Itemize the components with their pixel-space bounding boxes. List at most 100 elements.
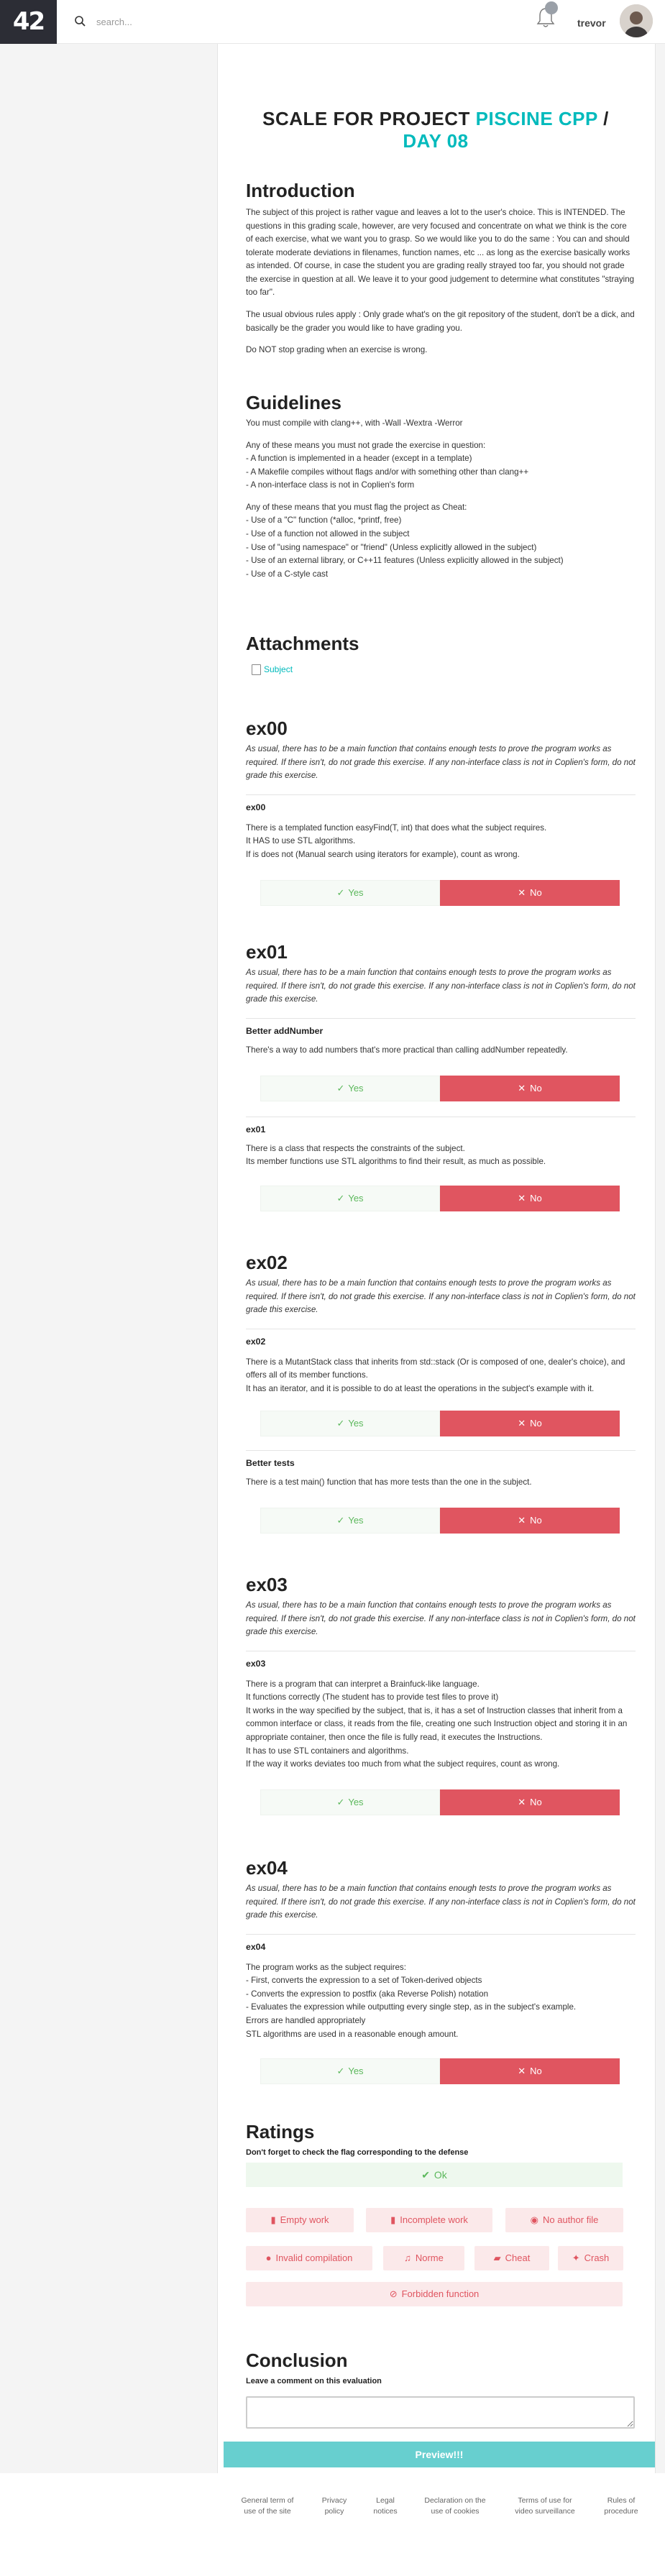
no-label: No [530, 1192, 542, 1204]
title-project-link[interactable]: PISCINE CPP [476, 108, 598, 129]
footer-link[interactable]: Terms of use for video surveillance [509, 2495, 581, 2517]
question-line: There is a templated function easyFind(T… [246, 822, 547, 833]
yes-button[interactable]: ✓ Yes [260, 880, 440, 906]
footer-link[interactable]: Privacy policy [316, 2495, 352, 2517]
no-label: No [530, 2065, 542, 2076]
question-block: ex00 There is a templated function easyF… [246, 802, 636, 861]
ratings-section: Ratings Don't forget to check the flag c… [246, 2121, 636, 2159]
intro-paragraph: The usual obvious rules apply : Only gra… [246, 310, 635, 333]
flag-forbidden-function[interactable]: ⊘ Forbidden function [246, 2282, 623, 2306]
question-title: Better tests [246, 1458, 295, 1468]
yes-button[interactable]: ✓ Yes [260, 1076, 440, 1101]
yes-no-buttons: ✓ Yes ✕ No [260, 1789, 620, 1815]
flag-label: Norme [415, 2252, 444, 2263]
question-line: It works in the way specified by the sub… [246, 1705, 628, 1743]
yes-label: Yes [348, 1192, 364, 1204]
exercise-ex03-section: ex03 As usual, there has to be a main fu… [246, 1574, 636, 1639]
question-block: ex03 There is a program that can interpr… [246, 1658, 636, 1771]
flag-label: Crash [584, 2252, 610, 2263]
flag-empty-work[interactable]: ▮ Empty work [246, 2208, 354, 2232]
flag-no-author-file[interactable]: ◉ No author file [505, 2208, 623, 2232]
guideline-line: - A non-interface class is not in Coplie… [246, 480, 415, 490]
guideline-line: - A Makefile compiles without flags and/… [246, 467, 529, 477]
bomb-icon: ● [265, 2252, 272, 2263]
question-block: ex01 There is a class that respects the … [246, 1124, 636, 1169]
search-input[interactable] [96, 14, 312, 29]
check-icon: ✔ [421, 2168, 430, 2181]
question-line: There is a MutantStack class that inheri… [246, 1357, 625, 1380]
avatar-image [620, 4, 653, 37]
no-button[interactable]: ✕ No [440, 1508, 620, 1534]
question-line: If is does not (Manual search using iter… [246, 849, 520, 859]
question-line: Its member functions use STL algorithms … [246, 1157, 546, 1167]
flag-incomplete-work[interactable]: ▮ Incomplete work [366, 2208, 492, 2232]
exercise-ex01-section: ex01 As usual, there has to be a main fu… [246, 941, 636, 1007]
guidelines-section: Guidelines You must compile with clang++… [246, 392, 636, 581]
question-title: Better addNumber [246, 1026, 324, 1036]
flag-cheat[interactable]: ▰ Cheat [474, 2246, 549, 2270]
title-day-link[interactable]: DAY 08 [403, 130, 468, 152]
footer-link[interactable]: Declaration on the use of cookies [420, 2495, 490, 2517]
question-line: There is a program that can interpret a … [246, 1679, 480, 1689]
guideline-line: - Use of a function not allowed in the s… [246, 529, 410, 539]
search-icon[interactable] [73, 14, 88, 29]
check-icon: ✓ [336, 1417, 345, 1429]
check-icon: ✓ [336, 1192, 345, 1204]
attachments-heading: Attachments [246, 633, 359, 654]
ok-label: Ok [434, 2168, 447, 2181]
exercise-ex00-section: ex00 As usual, there has to be a main fu… [246, 718, 636, 783]
title-separator: / [597, 108, 609, 129]
file-icon: ▮ [390, 2214, 396, 2225]
avatar[interactable] [620, 4, 653, 37]
check-icon: ✓ [336, 1514, 345, 1526]
guideline-line: Any of these means you must not grade th… [246, 440, 486, 450]
subject-attachment-link[interactable]: Subject [252, 664, 636, 676]
no-button[interactable]: ✕ No [440, 880, 620, 906]
flag-label: Cheat [505, 2252, 531, 2263]
yes-label: Yes [348, 2065, 364, 2076]
yes-button[interactable]: ✓ Yes [260, 1789, 440, 1815]
ratings-note: Don't forget to check the flag correspon… [246, 2148, 469, 2158]
yes-button[interactable]: ✓ Yes [260, 1186, 440, 1211]
guideline-line: - Use of "using namespace" or "friend" (… [246, 542, 537, 552]
question-line: It HAS to use STL algorithms. [246, 836, 356, 846]
yes-button[interactable]: ✓ Yes [260, 2058, 440, 2084]
exercise-note: As usual, there has to be a main functio… [246, 1278, 636, 1315]
footer-link[interactable]: Legal notices [369, 2495, 402, 2517]
footer-link[interactable]: General term of use of the site [237, 2495, 298, 2517]
yes-button[interactable]: ✓ Yes [260, 1508, 440, 1534]
no-button[interactable]: ✕ No [440, 2058, 620, 2084]
yes-no-buttons: ✓ Yes ✕ No [260, 1411, 620, 1436]
logo-42[interactable]: 42 [0, 0, 57, 44]
footer-link[interactable]: Rules of procedure [598, 2495, 644, 2517]
exercise-ex02-section: ex02 As usual, there has to be a main fu… [246, 1252, 636, 1317]
divider [246, 1018, 636, 1019]
preview-button[interactable]: Preview!!! [224, 2442, 655, 2467]
file-icon: ▮ [270, 2214, 276, 2225]
username[interactable]: trevor [577, 16, 606, 30]
yes-button[interactable]: ✓ Yes [260, 1411, 440, 1436]
conclusion-section: Conclusion Leave a comment on this evalu… [246, 2350, 636, 2388]
flag-label: Empty work [280, 2214, 329, 2225]
flag-label: Invalid compilation [275, 2252, 353, 2263]
no-button[interactable]: ✕ No [440, 1789, 620, 1815]
subject-link-label: Subject [264, 664, 293, 675]
x-icon: ✕ [518, 1082, 526, 1094]
ok-flag-button[interactable]: ✔ Ok [246, 2163, 623, 2187]
guideline-line: - Use of an external library, or C++11 f… [246, 556, 564, 566]
no-label: No [530, 886, 542, 898]
flag-crash[interactable]: ✦ Crash [558, 2246, 623, 2270]
no-button[interactable]: ✕ No [440, 1186, 620, 1211]
ban-icon: ⊘ [389, 2288, 398, 2299]
guideline-line [246, 492, 636, 501]
flag-invalid-compilation[interactable]: ● Invalid compilation [246, 2246, 372, 2270]
no-button[interactable]: ✕ No [440, 1411, 620, 1436]
yes-label: Yes [348, 1514, 364, 1526]
page-title: SCALE FOR PROJECT PISCINE CPP / DAY 08 [242, 108, 630, 152]
comment-field[interactable] [246, 2396, 635, 2429]
no-button[interactable]: ✕ No [440, 1076, 620, 1101]
flag-norme[interactable]: ♫ Norme [383, 2246, 464, 2270]
yes-label: Yes [348, 1082, 364, 1094]
question-line: If the way it works deviates too much fr… [246, 1759, 560, 1769]
divider [246, 794, 636, 795]
